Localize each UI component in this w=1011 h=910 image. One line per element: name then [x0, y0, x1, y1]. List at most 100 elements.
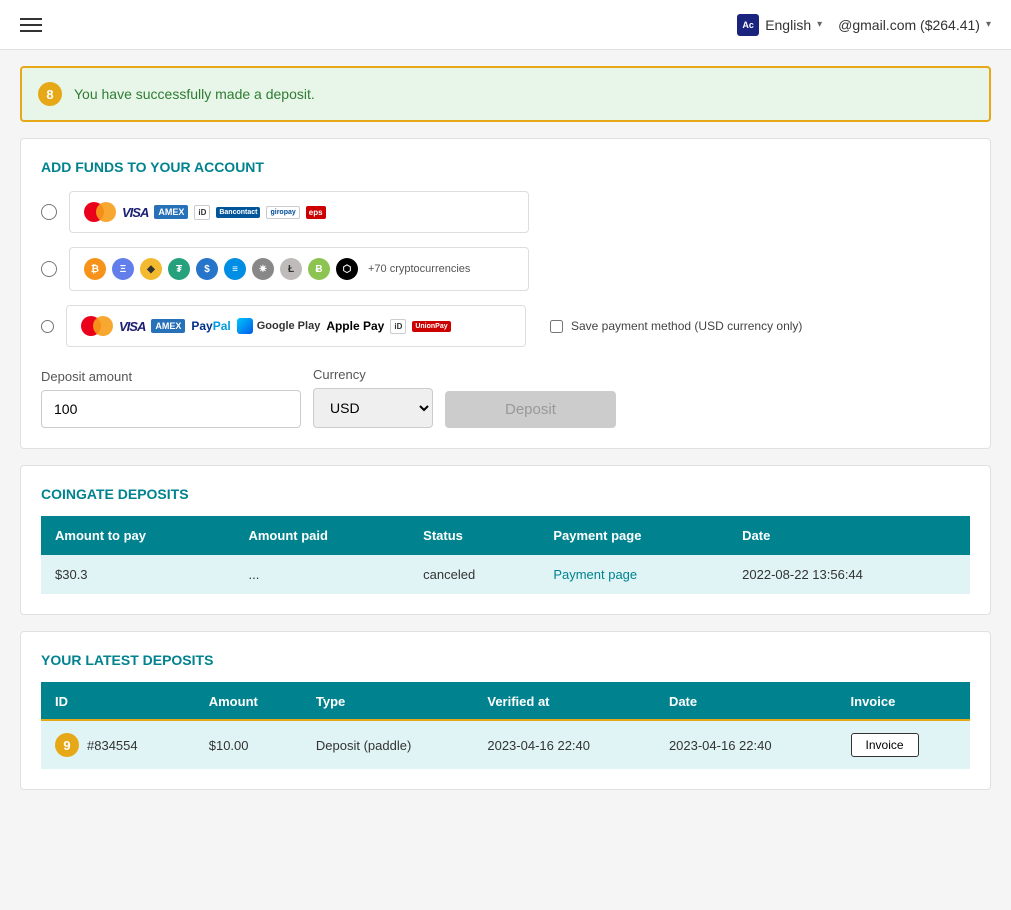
col-payment-page: Payment page: [539, 516, 728, 555]
account-chevron: ▾: [986, 19, 991, 30]
id-logo: iD: [194, 205, 210, 220]
usdc-icon: $: [196, 258, 218, 280]
giropay-logo: giropay: [266, 206, 299, 219]
algo-icon: ⬡: [336, 258, 358, 280]
success-message: You have successfully made a deposit.: [74, 86, 315, 102]
bancontact-logo: Bancontact: [216, 207, 260, 218]
col-status: Status: [409, 516, 539, 555]
currency-select[interactable]: USD EUR GBP: [313, 388, 433, 428]
col-amount-to-pay: Amount to pay: [41, 516, 234, 555]
ethereum-icon: Ξ: [112, 258, 134, 280]
coingate-date: 2022-08-22 13:56:44: [728, 555, 970, 594]
bnb-icon: ◆: [140, 258, 162, 280]
unionpay-logo: UnionPay: [412, 321, 450, 332]
google-play-text: Google Play: [257, 320, 321, 332]
latest-amount: $10.00: [195, 721, 302, 769]
save-payment-area: Save payment method (USD currency only): [550, 319, 802, 333]
coingate-payment-page: Payment page: [539, 555, 728, 594]
mastercard-logo-2: [81, 316, 113, 336]
payment-radio-2[interactable]: [41, 261, 57, 277]
amount-group: Deposit amount: [41, 369, 301, 428]
hamburger-menu[interactable]: [20, 18, 42, 32]
lang-icon: Ac: [737, 14, 759, 36]
coingate-title: COINGATE DEPOSITS: [41, 486, 970, 502]
latest-deposits-table: ID Amount Type Verified at Date Invoice …: [41, 682, 970, 769]
google-play-logo: Google Play: [237, 318, 321, 334]
account-selector[interactable]: @gmail.com ($264.41) ▾: [838, 17, 991, 33]
lang-label: English: [765, 17, 811, 33]
col-date: Date: [728, 516, 970, 555]
latest-type: Deposit (paddle): [302, 721, 473, 769]
eps-logo: eps: [306, 206, 326, 219]
header: Ac English ▾ @gmail.com ($264.41) ▾: [0, 0, 1011, 50]
payment-row-1: VISA AMEX iD Bancontact giropay eps: [41, 191, 970, 233]
latest-row-1: 9 #834554 $10.00 Deposit (paddle) 2023-0…: [41, 721, 970, 769]
payment-row-2: ₿ Ξ ◆ ₮ $ ≡ ✷ Ł Ƀ ⬡ +70 cryptocurrencies: [41, 247, 970, 291]
add-funds-title: ADD FUNDS TO YOUR ACCOUNT: [41, 159, 970, 175]
xrp-icon: ✷: [252, 258, 274, 280]
amex-logo: AMEX: [154, 205, 188, 219]
main-content: 8 You have successfully made a deposit. …: [0, 50, 1011, 822]
account-label: @gmail.com ($264.41): [838, 17, 980, 33]
latest-verified-at: 2023-04-16 22:40: [473, 721, 655, 769]
coingate-table: Amount to pay Amount paid Status Payment…: [41, 516, 970, 594]
latest-deposits-title: YOUR LATEST DEPOSITS: [41, 652, 970, 668]
bch-icon: Ƀ: [308, 258, 330, 280]
latest-invoice: Invoice: [837, 721, 970, 769]
amex-logo-2: AMEX: [151, 319, 185, 333]
card-logos: VISA AMEX iD Bancontact giropay eps: [84, 202, 326, 222]
visa-logo: VISA: [122, 205, 148, 220]
amount-label: Deposit amount: [41, 369, 301, 384]
id-logo-2: iD: [390, 319, 406, 334]
coingate-status: canceled: [409, 555, 539, 594]
coingate-amount-to-pay: $30.3: [41, 555, 234, 594]
payment-option-1[interactable]: VISA AMEX iD Bancontact giropay eps: [69, 191, 529, 233]
col-invoice: Invoice: [837, 682, 970, 721]
coingate-header-row: Amount to pay Amount paid Status Payment…: [41, 516, 970, 555]
bitcoin-icon: ₿: [84, 258, 106, 280]
col-amount: Amount: [195, 682, 302, 721]
header-right: Ac English ▾ @gmail.com ($264.41) ▾: [737, 14, 991, 36]
dash-icon: ≡: [224, 258, 246, 280]
header-left: [20, 18, 42, 32]
currency-label: Currency: [313, 367, 433, 382]
mixed-logos: VISA AMEX PayPal Google Play Apple Pay i…: [81, 316, 451, 336]
coingate-table-container: Amount to pay Amount paid Status Payment…: [41, 516, 970, 594]
amount-input[interactable]: [41, 390, 301, 428]
col-type: Type: [302, 682, 473, 721]
paypal-logo: PayPal: [191, 319, 230, 333]
crypto-logos: ₿ Ξ ◆ ₮ $ ≡ ✷ Ł Ƀ ⬡ +70 cryptocurrencies: [84, 258, 470, 280]
coingate-amount-paid: ...: [234, 555, 409, 594]
payment-methods: VISA AMEX iD Bancontact giropay eps ₿ Ξ: [41, 191, 970, 347]
ltc-icon: Ł: [280, 258, 302, 280]
col-verified-at: Verified at: [473, 682, 655, 721]
payment-radio-3[interactable]: [41, 320, 54, 333]
payment-radio-1[interactable]: [41, 204, 57, 220]
usdt-icon: ₮: [168, 258, 190, 280]
add-funds-card: ADD FUNDS TO YOUR ACCOUNT VISA AMEX iD B…: [20, 138, 991, 449]
success-banner: 8 You have successfully made a deposit.: [20, 66, 991, 122]
col-amount-paid: Amount paid: [234, 516, 409, 555]
deposit-button[interactable]: Deposit: [445, 391, 616, 428]
play-icon: [237, 318, 253, 334]
applepay-logo: Apple Pay: [326, 319, 384, 333]
lang-chevron: ▾: [817, 19, 822, 30]
save-payment-checkbox[interactable]: [550, 320, 563, 333]
coingate-card: COINGATE DEPOSITS Amount to pay Amount p…: [20, 465, 991, 615]
latest-deposits-table-container: ID Amount Type Verified at Date Invoice …: [41, 682, 970, 769]
payment-row-3: VISA AMEX PayPal Google Play Apple Pay i…: [41, 305, 970, 347]
latest-date: 2023-04-16 22:40: [655, 721, 837, 769]
visa-logo-2: VISA: [119, 319, 145, 334]
row-badge-9: 9: [55, 733, 79, 757]
mastercard-logo: [84, 202, 116, 222]
save-payment-label: Save payment method (USD currency only): [571, 319, 802, 333]
currency-group: Currency USD EUR GBP: [313, 367, 433, 428]
payment-option-2[interactable]: ₿ Ξ ◆ ₮ $ ≡ ✷ Ł Ƀ ⬡ +70 cryptocurrencies: [69, 247, 529, 291]
payment-option-3[interactable]: VISA AMEX PayPal Google Play Apple Pay i…: [66, 305, 526, 347]
invoice-button[interactable]: Invoice: [851, 733, 919, 757]
crypto-more-label: +70 cryptocurrencies: [368, 263, 470, 275]
deposit-form: Deposit amount Currency USD EUR GBP Depo…: [41, 367, 970, 428]
language-selector[interactable]: Ac English ▾: [737, 14, 822, 36]
latest-header-row: ID Amount Type Verified at Date Invoice: [41, 682, 970, 721]
banner-badge: 8: [38, 82, 62, 106]
